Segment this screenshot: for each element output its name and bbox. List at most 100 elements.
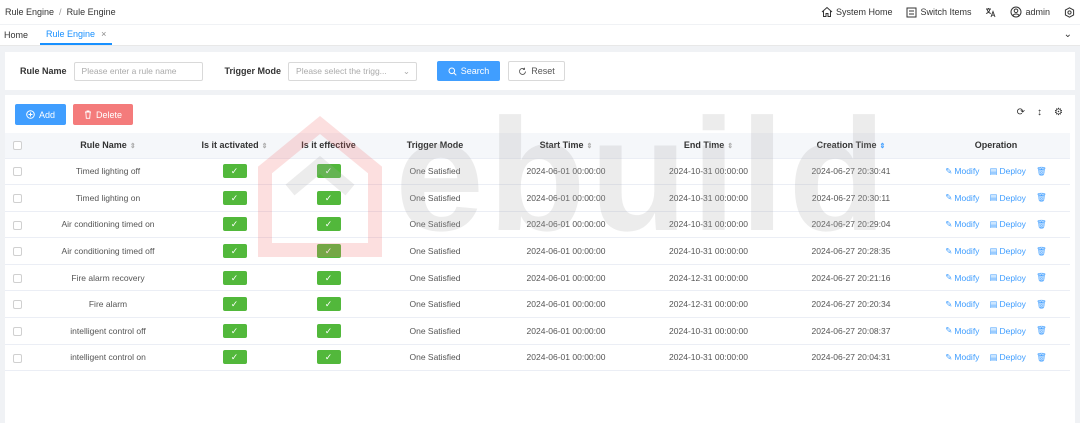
tab-rule-engine[interactable]: Rule Engine × bbox=[40, 24, 113, 45]
delete-icon[interactable]: 🗑 bbox=[1036, 272, 1047, 283]
check-icon[interactable]: ✓ bbox=[222, 164, 247, 179]
delete-icon[interactable]: 🗑 bbox=[1036, 219, 1047, 230]
check-icon[interactable]: ✓ bbox=[222, 297, 247, 312]
language-button[interactable] bbox=[985, 7, 996, 18]
modify-link[interactable]: ✎ Modify bbox=[945, 352, 979, 363]
check-icon[interactable]: ✓ bbox=[222, 270, 247, 285]
col-header-creation-time[interactable]: Creation Time ⇕ bbox=[780, 133, 922, 159]
check-icon[interactable]: ✓ bbox=[316, 323, 341, 338]
table-row[interactable]: Air conditioning timed on ✓ ✓ One Satisf… bbox=[5, 211, 1070, 239]
sort-icon[interactable]: ⇕ bbox=[586, 143, 592, 150]
refresh-icon[interactable]: ⟳ bbox=[1017, 107, 1025, 118]
row-select-cell[interactable] bbox=[5, 264, 29, 292]
row-select-cell[interactable] bbox=[5, 237, 29, 265]
table-row[interactable]: Fire alarm recovery ✓ ✓ One Satisfied 20… bbox=[5, 264, 1070, 292]
col-header-start-time[interactable]: Start Time ⇕ bbox=[495, 133, 637, 159]
check-icon[interactable]: ✓ bbox=[316, 297, 341, 312]
table-row[interactable]: Air conditioning timed off ✓ ✓ One Satis… bbox=[5, 237, 1070, 265]
modify-link[interactable]: ✎ Modify bbox=[945, 246, 979, 257]
sort-icon[interactable]: ⇕ bbox=[727, 143, 733, 150]
plus-circle-icon bbox=[26, 110, 35, 119]
tab-home[interactable]: Home bbox=[4, 24, 34, 45]
column-height-icon[interactable]: ↕ bbox=[1037, 107, 1042, 118]
chevron-down-icon[interactable]: ⌄ bbox=[1064, 29, 1072, 40]
deploy-link[interactable]: ▤ Deploy bbox=[989, 272, 1026, 283]
table-row[interactable]: intelligent control on ✓ ✓ One Satisfied… bbox=[5, 344, 1070, 372]
effective-cell: ✓ bbox=[282, 211, 375, 239]
check-icon[interactable]: ✓ bbox=[316, 270, 341, 285]
select-all-cell[interactable] bbox=[5, 133, 29, 159]
end-time-cell: 2024-10-31 00:00:00 bbox=[637, 184, 780, 212]
row-checkbox[interactable] bbox=[12, 220, 22, 230]
row-select-cell[interactable] bbox=[5, 317, 29, 345]
check-icon[interactable]: ✓ bbox=[316, 217, 341, 232]
table-row[interactable]: Timed lighting off ✓ ✓ One Satisfied 202… bbox=[5, 158, 1070, 186]
row-checkbox[interactable] bbox=[12, 194, 22, 204]
select-all-checkbox[interactable] bbox=[12, 141, 22, 151]
check-icon[interactable]: ✓ bbox=[316, 164, 341, 179]
check-icon[interactable]: ✓ bbox=[222, 190, 247, 205]
sort-icon[interactable]: ⇕ bbox=[879, 143, 885, 150]
modify-link[interactable]: ✎ Modify bbox=[945, 166, 979, 177]
deploy-link[interactable]: ▤ Deploy bbox=[989, 325, 1026, 336]
check-icon[interactable]: ✓ bbox=[316, 350, 341, 365]
check-icon[interactable]: ✓ bbox=[222, 217, 247, 232]
delete-icon[interactable]: 🗑 bbox=[1036, 325, 1047, 336]
col-header-activated[interactable]: Is it activated ⇕ bbox=[187, 133, 282, 159]
table-row[interactable]: Fire alarm ✓ ✓ One Satisfied 2024-06-01 … bbox=[5, 290, 1070, 319]
deploy-link[interactable]: ▤ Deploy bbox=[989, 219, 1026, 230]
delete-icon[interactable]: 🗑 bbox=[1036, 246, 1047, 257]
deploy-link[interactable]: ▤ Deploy bbox=[989, 352, 1026, 363]
table-row[interactable]: Timed lighting on ✓ ✓ One Satisfied 2024… bbox=[5, 184, 1070, 212]
delete-icon[interactable]: 🗑 bbox=[1036, 299, 1047, 310]
delete-icon[interactable]: 🗑 bbox=[1036, 192, 1047, 203]
modify-link[interactable]: ✎ Modify bbox=[945, 219, 979, 230]
check-icon[interactable]: ✓ bbox=[222, 244, 247, 259]
check-icon[interactable]: ✓ bbox=[222, 350, 247, 365]
search-button[interactable]: Search bbox=[437, 61, 501, 81]
modify-link[interactable]: ✎ Modify bbox=[945, 192, 979, 203]
switch-items-link[interactable]: Switch Items bbox=[906, 7, 971, 18]
breadcrumb-item[interactable]: Rule Engine bbox=[5, 7, 54, 17]
trigger-mode-cell: One Satisfied bbox=[375, 344, 495, 372]
row-select-cell[interactable] bbox=[5, 290, 29, 319]
delete-icon[interactable]: 🗑 bbox=[1036, 166, 1047, 177]
add-button[interactable]: Add bbox=[15, 104, 66, 125]
system-home-link[interactable]: System Home bbox=[821, 6, 892, 18]
row-checkbox[interactable] bbox=[12, 273, 22, 283]
gear-icon[interactable]: ⚙ bbox=[1054, 107, 1063, 118]
row-checkbox[interactable] bbox=[12, 247, 22, 257]
modify-link[interactable]: ✎ Modify bbox=[945, 325, 979, 336]
row-select-cell[interactable] bbox=[5, 344, 29, 372]
sort-icon[interactable]: ⇕ bbox=[262, 143, 268, 150]
trigger-mode-select[interactable]: Please select the trigg... ⌄ bbox=[288, 61, 418, 81]
close-icon[interactable]: × bbox=[101, 29, 106, 39]
modify-label: Modify bbox=[954, 246, 980, 257]
rule-name-input[interactable]: Please enter a rule name bbox=[73, 61, 203, 81]
delete-icon[interactable]: 🗑 bbox=[1036, 352, 1047, 363]
check-icon[interactable]: ✓ bbox=[316, 190, 341, 205]
table-row[interactable]: intelligent control off ✓ ✓ One Satisfie… bbox=[5, 317, 1070, 345]
check-icon[interactable]: ✓ bbox=[222, 323, 247, 338]
row-checkbox[interactable] bbox=[12, 167, 22, 177]
modify-link[interactable]: ✎ Modify bbox=[945, 299, 979, 310]
row-select-cell[interactable] bbox=[5, 211, 29, 239]
settings-button[interactable] bbox=[1064, 6, 1075, 18]
sort-icon[interactable]: ⇕ bbox=[130, 143, 136, 150]
deploy-link[interactable]: ▤ Deploy bbox=[989, 246, 1026, 257]
row-checkbox[interactable] bbox=[12, 300, 22, 310]
col-header-end-time[interactable]: End Time ⇕ bbox=[637, 133, 780, 159]
row-checkbox[interactable] bbox=[12, 353, 22, 363]
delete-button[interactable]: Delete bbox=[73, 104, 133, 125]
modify-link[interactable]: ✎ Modify bbox=[945, 272, 979, 283]
deploy-link[interactable]: ▤ Deploy bbox=[989, 299, 1026, 310]
col-header-rule-name[interactable]: Rule Name ⇕ bbox=[29, 133, 187, 159]
deploy-link[interactable]: ▤ Deploy bbox=[989, 192, 1026, 203]
row-select-cell[interactable] bbox=[5, 184, 29, 212]
user-menu[interactable]: admin bbox=[1010, 6, 1050, 18]
reset-button[interactable]: Reset bbox=[508, 61, 566, 81]
row-checkbox[interactable] bbox=[12, 326, 22, 336]
row-select-cell[interactable] bbox=[5, 158, 29, 186]
deploy-link[interactable]: ▤ Deploy bbox=[989, 166, 1026, 177]
check-icon[interactable]: ✓ bbox=[316, 244, 341, 259]
